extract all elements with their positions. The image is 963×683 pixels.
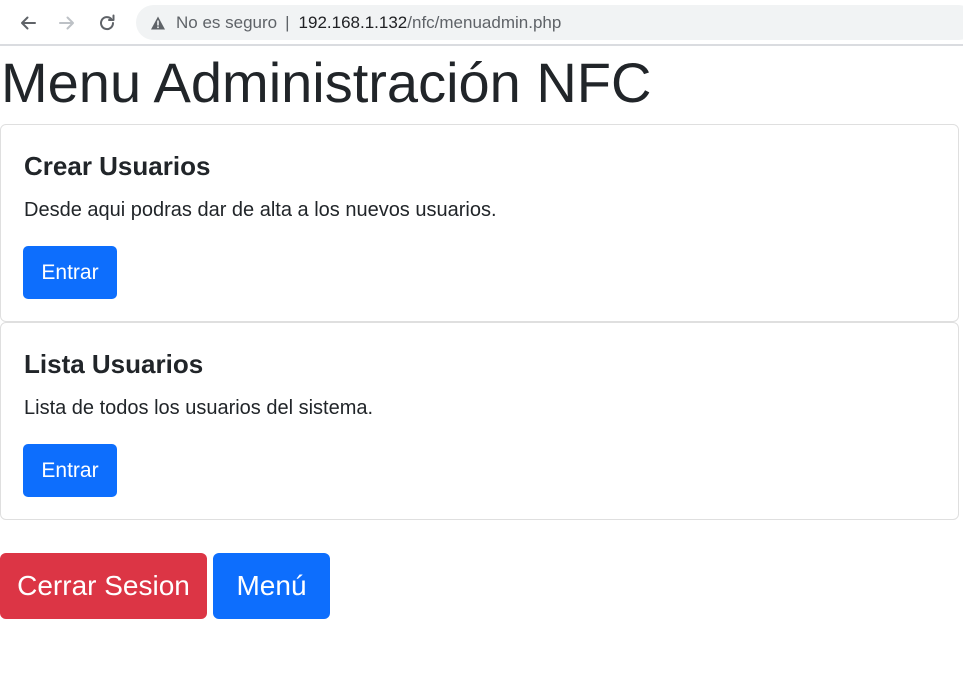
card-text: Desde aqui podras dar de alta a los nuev… (24, 199, 497, 221)
page-title: Menu Administración NFC (1, 51, 652, 114)
card-text: Lista de todos los usuarios del sistema. (24, 397, 374, 419)
reload-icon[interactable] (92, 8, 122, 38)
url-host: 192.168.1.132 (298, 12, 408, 32)
url-path: /nfc/menuadmin.php (407, 12, 562, 32)
address-separator: | (285, 12, 290, 32)
security-status-label[interactable]: No es seguro (176, 13, 277, 33)
browser-toolbar: No es seguro | 192.168.1.132/nfc/menuadm… (0, 0, 963, 46)
forward-arrow-icon[interactable] (52, 8, 82, 38)
create-users-card: Crear Usuarios Desde aqui podras dar de … (0, 124, 959, 322)
menu-button[interactable]: Menú (213, 553, 330, 619)
logout-button[interactable]: Cerrar Sesion (0, 553, 207, 619)
create-users-enter-button[interactable]: Entrar (23, 246, 117, 299)
card-title: Lista Usuarios (24, 349, 204, 379)
card-title: Crear Usuarios (24, 151, 211, 181)
list-users-enter-button[interactable]: Entrar (23, 444, 117, 497)
back-arrow-icon[interactable] (13, 8, 43, 38)
list-users-card: Lista Usuarios Lista de todos los usuari… (0, 322, 959, 520)
address-bar[interactable]: No es seguro | 192.168.1.132/nfc/menuadm… (136, 5, 963, 40)
warning-icon[interactable] (150, 15, 166, 31)
